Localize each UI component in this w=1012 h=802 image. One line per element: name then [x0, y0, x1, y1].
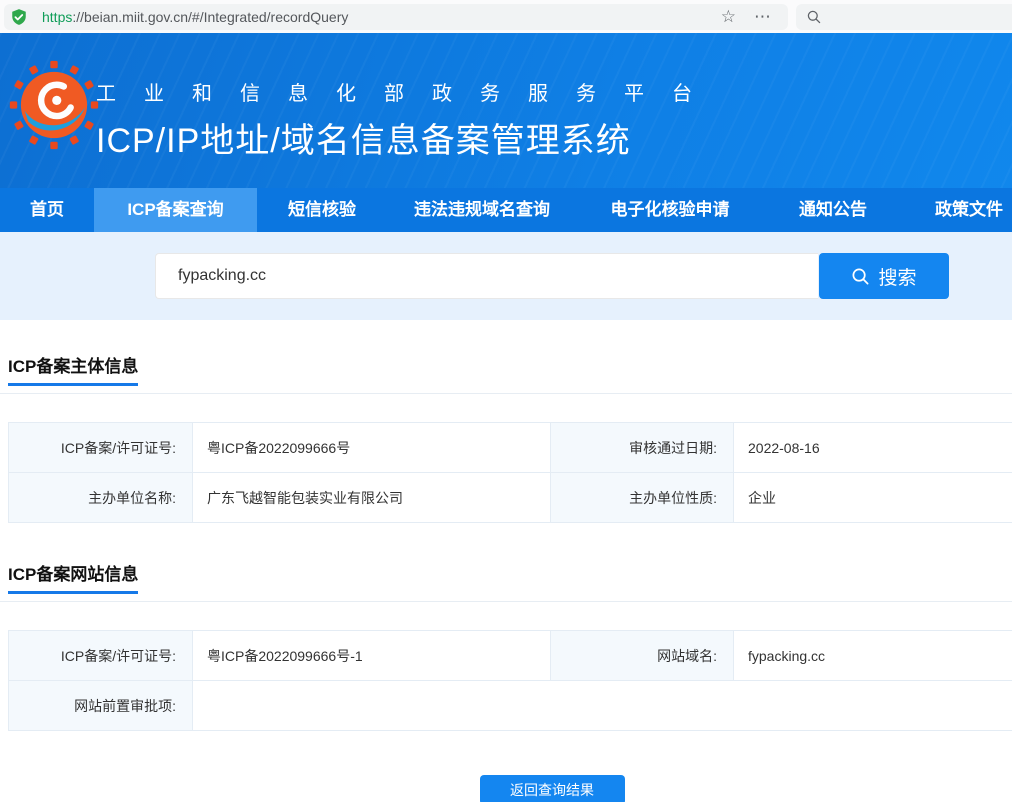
- field-value: [193, 681, 1012, 731]
- field-label: 主办单位性质:: [551, 473, 734, 523]
- table-row: ICP备案/许可证号:粤ICP备2022099666号审核通过日期:2022-0…: [9, 423, 1012, 473]
- table-row: 网站前置审批项:: [9, 681, 1012, 731]
- nav-item-notices[interactable]: 通知公告: [763, 188, 903, 232]
- website-info-heading: ICP备案网站信息: [8, 560, 138, 594]
- nav-item-e-verify-apply[interactable]: 电子化核验申请: [577, 188, 763, 232]
- url-path: ://beian.miit.gov.cn/#/Integrated/record…: [72, 9, 348, 25]
- nav-item-sms-verify[interactable]: 短信核验: [257, 188, 387, 232]
- domain-search-input[interactable]: [155, 253, 818, 299]
- nav-item-icp-record-query[interactable]: ICP备案查询: [94, 188, 257, 232]
- search-button-label: 搜索: [878, 263, 916, 290]
- subject-info-table: ICP备案/许可证号:粤ICP备2022099666号审核通过日期:2022-0…: [8, 422, 1012, 523]
- platform-name: 工业和信息化部政务服务平台: [96, 77, 720, 106]
- header-text-block: 工业和信息化部政务服务平台 ICP/IP地址/域名信息备案管理系统: [96, 77, 720, 162]
- more-options-icon[interactable]: ⋯: [745, 4, 780, 30]
- search-button[interactable]: 搜索: [819, 253, 949, 299]
- footer-area: 返回查询结果: [0, 775, 1012, 802]
- subject-info-heading: ICP备案主体信息: [8, 352, 138, 386]
- field-label: 主办单位名称:: [9, 473, 193, 523]
- field-value: 企业: [734, 473, 1012, 523]
- page-root: 工业和信息化部政务服务平台 ICP/IP地址/域名信息备案管理系统 首页ICP备…: [0, 33, 1012, 802]
- table-row: ICP备案/许可证号:粤ICP备2022099666号-1网站域名:fypack…: [9, 631, 1012, 681]
- main-nav: 首页ICP备案查询短信核验违法违规域名查询电子化核验申请通知公告政策文件: [0, 188, 1012, 232]
- field-label: 网站前置审批项:: [9, 681, 193, 731]
- address-bar[interactable]: https://beian.miit.gov.cn/#/Integrated/r…: [4, 4, 788, 30]
- field-value: 广东飞越智能包装实业有限公司: [193, 473, 551, 523]
- field-label: ICP备案/许可证号:: [9, 631, 193, 681]
- field-value: 粤ICP备2022099666号-1: [193, 631, 551, 681]
- nav-item-home[interactable]: 首页: [0, 188, 94, 232]
- search-section: 搜索: [0, 232, 1012, 320]
- bookmark-star-icon[interactable]: ☆: [712, 4, 745, 30]
- search-group: 搜索: [155, 253, 949, 299]
- browser-toolbar: https://beian.miit.gov.cn/#/Integrated/r…: [0, 0, 1012, 33]
- url-scheme: https: [42, 9, 72, 25]
- url-display[interactable]: https://beian.miit.gov.cn/#/Integrated/r…: [42, 9, 712, 25]
- website-info-table: ICP备案/许可证号:粤ICP备2022099666号-1网站域名:fypack…: [8, 630, 1012, 731]
- field-value: fypacking.cc: [734, 631, 1012, 681]
- back-to-results-button[interactable]: 返回查询结果: [480, 775, 625, 802]
- table-row: 主办单位名称:广东飞越智能包装实业有限公司主办单位性质:企业: [9, 473, 1012, 523]
- field-label: 网站域名:: [551, 631, 734, 681]
- field-value: 粤ICP备2022099666号: [193, 423, 551, 473]
- security-shield-icon: [10, 8, 28, 26]
- nav-item-policy-files[interactable]: 政策文件: [903, 188, 1012, 232]
- nav-item-illegal-domain-query[interactable]: 违法违规域名查询: [387, 188, 577, 232]
- field-value: 2022-08-16: [734, 423, 1012, 473]
- site-header: 工业和信息化部政务服务平台 ICP/IP地址/域名信息备案管理系统: [0, 33, 1012, 188]
- field-label: 审核通过日期:: [551, 423, 734, 473]
- site-logo: [8, 59, 100, 151]
- browser-search-box[interactable]: [796, 4, 1012, 30]
- record-detail-content: ICP备案主体信息 ICP备案/许可证号:粤ICP备2022099666号审核通…: [0, 320, 1012, 802]
- field-label: ICP备案/许可证号:: [9, 423, 193, 473]
- search-icon: [851, 267, 870, 286]
- search-icon: [806, 9, 822, 25]
- system-title: ICP/IP地址/域名信息备案管理系统: [96, 113, 720, 162]
- section-divider: [0, 601, 1012, 602]
- section-divider: [0, 393, 1012, 394]
